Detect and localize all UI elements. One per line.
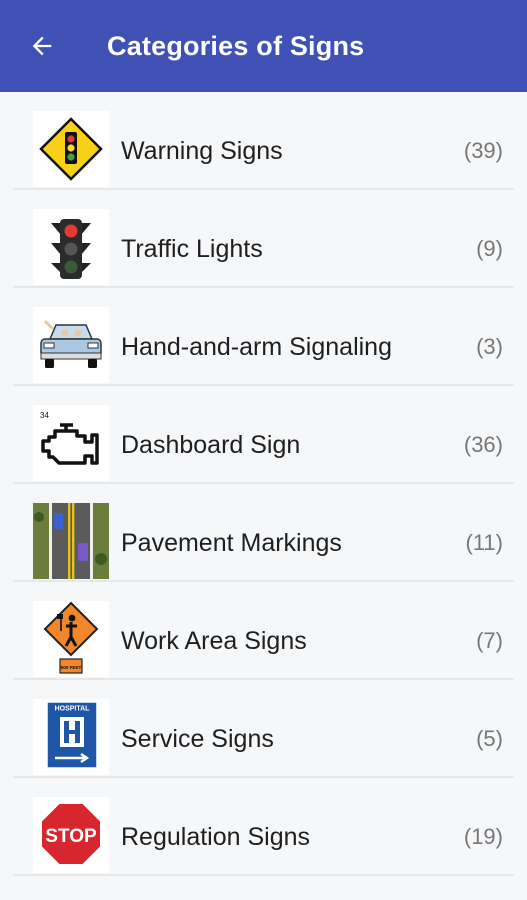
category-hand-and-arm-signaling[interactable]: Hand-and-arm Signaling (3): [0, 288, 527, 386]
category-traffic-lights[interactable]: Traffic Lights (9): [0, 190, 527, 288]
back-button[interactable]: [22, 26, 62, 66]
category-regulation-signs[interactable]: STOP Regulation Signs (19): [0, 778, 527, 876]
app-bar: Categories of Signs: [0, 0, 527, 92]
category-label: Dashboard Sign: [121, 431, 301, 459]
category-count: (36): [463, 432, 503, 457]
category-label: Regulation Signs: [121, 823, 311, 851]
category-label: Warning Signs: [121, 137, 283, 165]
category-count: (9): [476, 236, 503, 261]
icon-text: STOP: [45, 826, 97, 847]
traffic-light-icon: [33, 209, 109, 285]
flagger-sign-icon: 500 FEET: [33, 601, 109, 677]
category-label: Service Signs: [121, 725, 274, 753]
category-service-signs[interactable]: HOSPITAL Service Signs (5): [0, 680, 527, 778]
category-count: (5): [476, 726, 503, 751]
category-label: Pavement Markings: [121, 529, 342, 557]
category-count: (39): [463, 138, 503, 163]
category-label: Work Area Signs: [121, 627, 307, 655]
category-count: (19): [463, 824, 503, 849]
road-icon: [33, 503, 109, 579]
category-count: (11): [465, 530, 504, 555]
category-count: (7): [476, 628, 503, 653]
engine-icon: 34: [33, 405, 109, 481]
category-pavement-markings[interactable]: Pavement Markings (11): [0, 484, 527, 582]
category-warning-signs[interactable]: Warning Signs (39): [0, 92, 527, 190]
category-dashboard-sign[interactable]: 34 Dashboard Sign (36): [0, 386, 527, 484]
icon-text: 500 FEET: [61, 665, 82, 670]
category-label: Traffic Lights: [121, 235, 263, 263]
arrow-left-icon: [32, 36, 52, 56]
category-list: Warning Signs (39) Traffic Lights (9) Ha…: [0, 92, 527, 876]
icon-text: 34: [40, 411, 49, 420]
category-work-area-signs[interactable]: 500 FEET Work Area Signs (7): [0, 582, 527, 680]
category-label: Hand-and-arm Signaling: [121, 333, 392, 361]
category-count: (3): [476, 334, 503, 359]
hospital-sign-icon: HOSPITAL: [33, 699, 109, 775]
warning-sign-icon: [33, 111, 109, 187]
page-title: Categories of Signs: [107, 31, 365, 61]
stop-sign-icon: STOP: [33, 797, 109, 873]
car-icon: [33, 307, 109, 383]
icon-text: HOSPITAL: [55, 706, 91, 713]
